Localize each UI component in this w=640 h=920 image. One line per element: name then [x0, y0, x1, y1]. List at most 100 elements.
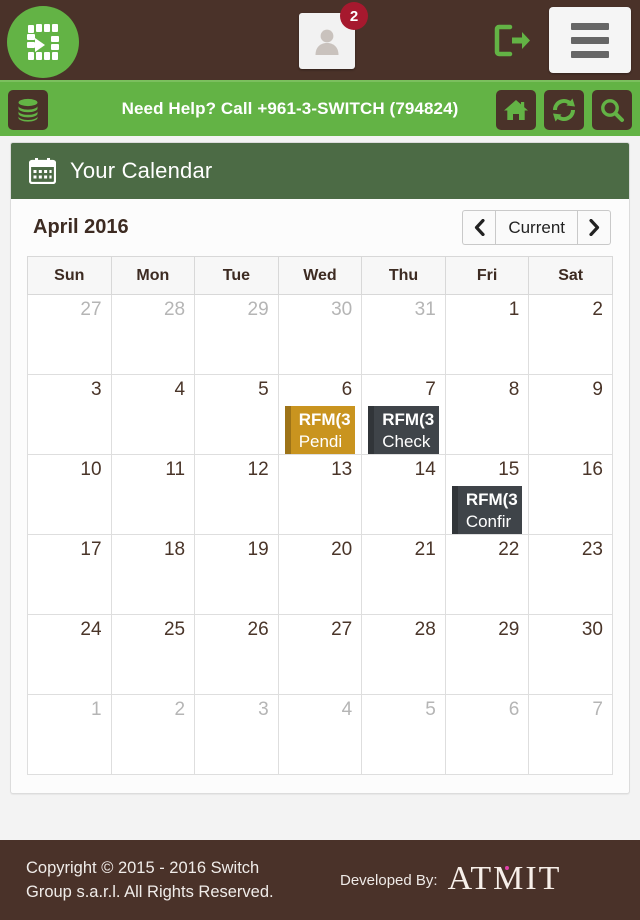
current-month-button[interactable]: Current: [495, 210, 578, 245]
calendar-day-cell[interactable]: 18: [110, 534, 196, 615]
calendar-day-cell[interactable]: 3: [27, 374, 112, 455]
calendar-day-cell[interactable]: 9: [528, 374, 613, 455]
calendar-day-cell[interactable]: 28: [110, 294, 196, 375]
sign-out-button[interactable]: [494, 24, 530, 57]
event-status: Pendi: [298, 432, 343, 451]
copyright-line-2: Group s.a.r.l. All Rights Reserved.: [26, 883, 274, 901]
calendar-day-cell[interactable]: 28: [361, 614, 446, 695]
panel-title: Your Calendar: [70, 158, 213, 183]
hamburger-line-3: [571, 50, 609, 58]
calendar-day-cell[interactable]: 27: [277, 614, 363, 695]
calendar-day-cell[interactable]: 11: [110, 454, 196, 535]
calendar-navigation: Current: [462, 210, 611, 245]
calendar-day-cell[interactable]: 20: [277, 534, 363, 615]
calendar-day-cell[interactable]: 8: [444, 374, 530, 455]
calendar-day-cell[interactable]: 30: [528, 614, 613, 695]
refresh-button[interactable]: [544, 90, 584, 130]
day-number: 30: [581, 619, 603, 640]
calendar-day-cell[interactable]: 21: [361, 534, 446, 615]
calendar-day-cell[interactable]: 29: [194, 294, 279, 375]
event-title: RFM(3: [382, 410, 435, 429]
calendar-day-cell[interactable]: 14: [361, 454, 446, 535]
top-header-bar: 2: [0, 0, 640, 80]
calendar-day-cell[interactable]: 24: [27, 614, 112, 695]
calendar-day-cell[interactable]: 4: [110, 374, 196, 455]
developed-by: Developed By: ATMIT: [340, 862, 562, 897]
user-profile-button[interactable]: 2: [299, 2, 368, 69]
day-number: 11: [165, 459, 186, 480]
day-number: 13: [331, 459, 353, 480]
calendar-icon: [29, 158, 56, 184]
day-number: 22: [498, 539, 520, 560]
calendar-day-cell[interactable]: 19: [194, 534, 279, 615]
day-number: 29: [247, 299, 269, 320]
search-button[interactable]: [592, 90, 632, 130]
event-status: Check: [382, 432, 431, 451]
calendar-day-cell[interactable]: 5: [361, 694, 446, 775]
day-number: 28: [163, 299, 186, 320]
next-month-button[interactable]: [578, 210, 611, 245]
calendar-day-cell[interactable]: 17: [27, 534, 112, 615]
sign-out-icon: [494, 24, 530, 57]
user-icon: [315, 29, 339, 55]
day-number: 4: [174, 379, 186, 400]
calendar-month-label: April 2016: [33, 216, 129, 238]
calendar-day-cell[interactable]: 25: [110, 614, 196, 695]
calendar-day-cell[interactable]: 13: [277, 454, 363, 535]
calendar-week-row: 17 18 19 20 21 22 23: [27, 534, 613, 615]
calendar-day-cell[interactable]: 10: [27, 454, 112, 535]
developer-name: ATMIT: [447, 860, 562, 897]
home-button[interactable]: [496, 90, 536, 130]
day-number: 2: [174, 699, 186, 720]
day-number: 25: [163, 619, 186, 640]
calendar-day-cell[interactable]: 6: [444, 694, 530, 775]
calendar-day-cell[interactable]: 29: [444, 614, 530, 695]
calendar-day-cell[interactable]: 22: [444, 534, 530, 615]
day-number: 29: [498, 619, 520, 640]
calendar-day-cell[interactable]: 26: [194, 614, 279, 695]
calendar-day-cell[interactable]: 27: [27, 294, 112, 375]
developer-logo[interactable]: ATMIT: [448, 862, 562, 896]
day-number: 16: [581, 459, 603, 480]
chevron-left-icon: [474, 219, 485, 236]
weekday-header-fri: Fri: [444, 256, 530, 295]
calendar-day-cell[interactable]: 23: [528, 534, 613, 615]
calendar-day-cell[interactable]: 12: [194, 454, 279, 535]
calendar-day-cell[interactable]: 2: [528, 294, 613, 375]
switch-logo-icon: [27, 24, 59, 60]
menu-button[interactable]: [549, 7, 631, 73]
calendar-day-cell[interactable]: 5: [194, 374, 279, 455]
calendar-day-cell[interactable]: 7 RFM(3 Check: [361, 374, 446, 455]
day-number: 1: [90, 699, 102, 720]
calendar-day-cell[interactable]: 3: [194, 694, 279, 775]
weekday-header-sat: Sat: [528, 256, 613, 295]
calendar-event[interactable]: RFM(3 Check: [368, 406, 439, 454]
calendar-event[interactable]: RFM(3 Pendi: [284, 406, 356, 454]
day-number: 7: [425, 379, 436, 400]
calendar-day-cell[interactable]: 1: [27, 694, 112, 775]
calendar-day-cell[interactable]: 2: [110, 694, 196, 775]
calendar-day-cell[interactable]: 15 RFM(3 Confir: [444, 454, 530, 535]
main-content: Your Calendar April 2016 Current Sun Mon…: [0, 136, 640, 841]
calendar-day-cell[interactable]: 4: [277, 694, 363, 775]
day-number: 18: [163, 539, 186, 560]
calendar-day-cell[interactable]: 7: [528, 694, 613, 775]
calendar-day-cell[interactable]: 6 RFM(3 Pendi: [277, 374, 363, 455]
calendar-day-cell[interactable]: 1: [444, 294, 530, 375]
previous-month-button[interactable]: [462, 210, 496, 245]
calendar-day-cell[interactable]: 31: [361, 294, 446, 375]
calendar-event[interactable]: RFM(3 Confir: [451, 486, 523, 534]
developed-by-label: Developed By:: [340, 871, 438, 889]
weekday-header-mon: Mon: [110, 256, 196, 295]
day-number: 21: [414, 539, 436, 560]
day-number: 9: [592, 379, 603, 400]
calendar-day-cell[interactable]: 16: [528, 454, 613, 535]
calendar-day-cell[interactable]: 30: [277, 294, 363, 375]
day-number: 27: [80, 299, 102, 320]
home-icon: [504, 100, 528, 120]
calendar-week-row: 1 2 3 4 5 6 7: [27, 694, 613, 775]
calendar-header-row: Sun Mon Tue Wed Thu Fri Sat: [27, 256, 613, 295]
app-logo[interactable]: [7, 6, 79, 78]
day-number: 6: [508, 699, 520, 720]
hamburger-line-1: [571, 22, 609, 30]
